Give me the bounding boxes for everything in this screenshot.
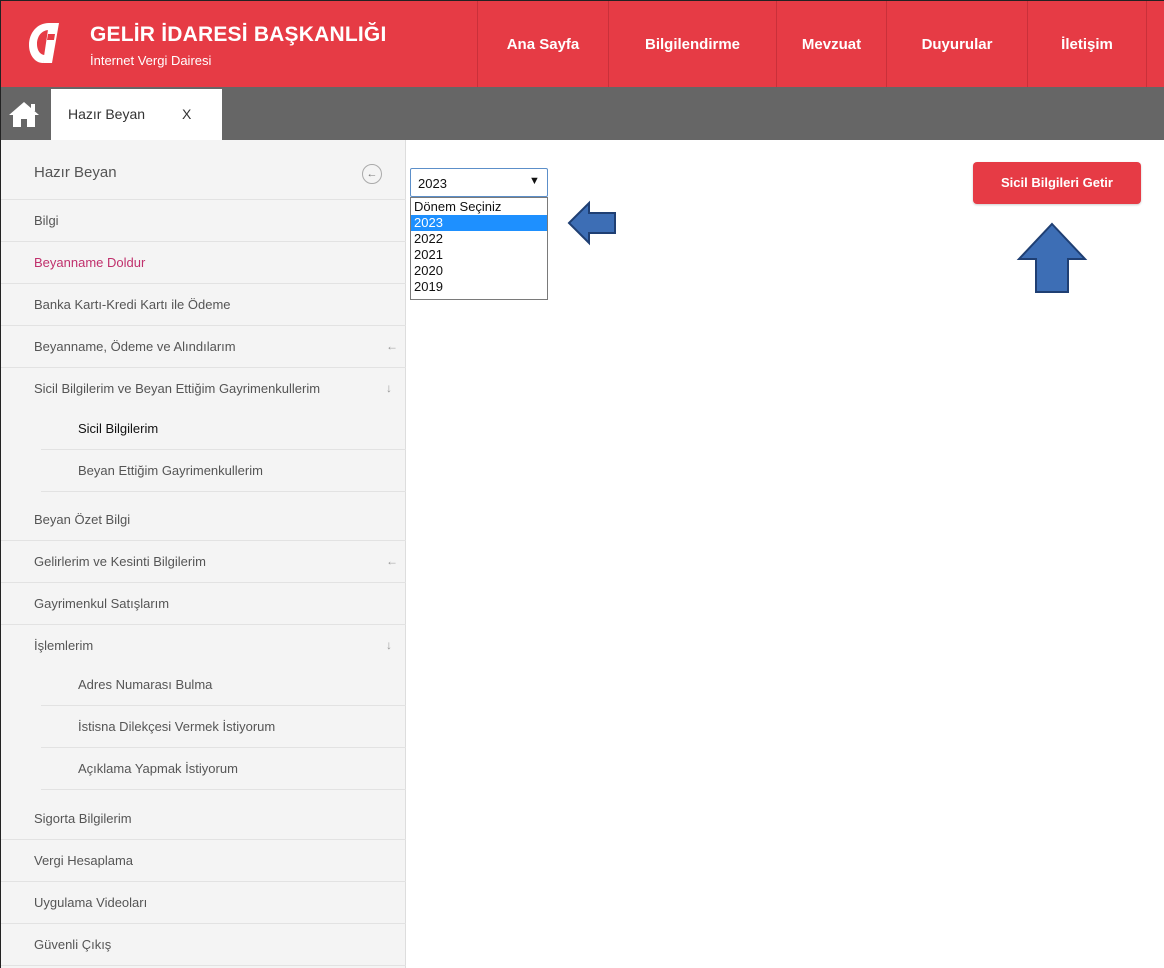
period-select-value: 2023	[418, 176, 447, 191]
sidebar-item-beyan-ozet[interactable]: Beyan Özet Bilgi	[1, 499, 406, 541]
sidebar-item-label: Bilgi	[34, 213, 59, 228]
annotation-arrow-up-icon	[1016, 222, 1088, 293]
period-option[interactable]: Dönem Seçiniz	[411, 199, 547, 215]
sidebar-item-label: Beyanname, Ödeme ve Alındılarım	[34, 339, 236, 354]
top-header: GELİR İDARESİ BAŞKANLIĞI İnternet Vergi …	[0, 0, 1164, 88]
sidebar-item-label: Sicil Bilgilerim ve Beyan Ettiğim Gayrim…	[34, 381, 321, 396]
nav-duyurular[interactable]: Duyurular	[886, 1, 1027, 88]
sidebar-item-label: Beyan Özet Bilgi	[34, 512, 131, 527]
home-icon[interactable]	[7, 99, 41, 129]
annotation-arrow-left-icon	[567, 200, 616, 246]
period-option[interactable]: 2021	[411, 247, 547, 263]
brand-title: GELİR İDARESİ BAŞKANLIĞI	[90, 23, 387, 46]
nav-iletisim[interactable]: İletişim	[1027, 1, 1146, 88]
period-option[interactable]: 2019	[411, 279, 547, 295]
sidebar-subitem-sicil-bilgilerim[interactable]: Sicil Bilgilerim	[41, 408, 406, 450]
sidebar-item-gayrimenkul-satis[interactable]: Gayrimenkul Satışlarım	[1, 583, 406, 625]
period-option-selected[interactable]: 2023	[411, 215, 547, 231]
period-dropdown-list: Dönem Seçiniz 2023 2022 2021 2020 2019	[410, 197, 548, 300]
caret-down-icon: ▼	[529, 175, 540, 187]
sidebar-item-islemlerim[interactable]: İşlemlerim ↓	[1, 625, 406, 667]
sidebar-item-label: Adres Numarası Bulma	[78, 677, 213, 692]
sidebar-item-gelirlerim[interactable]: Gelirlerim ve Kesinti Bilgilerim ←	[1, 541, 406, 583]
sidebar-item-label: Gayrimenkul Satışlarım	[34, 596, 170, 611]
sidebar-item-bilgi[interactable]: Bilgi	[1, 200, 406, 242]
sidebar-item-label: Uygulama Videoları	[34, 895, 148, 910]
sidebar-item-label: Açıklama Yapmak İstiyorum	[78, 761, 238, 776]
tab-label: Hazır Beyan	[68, 106, 146, 122]
sidebar: Hazır Beyan ← Bilgi Beyanname Doldur Ban…	[0, 140, 406, 968]
brand-subtitle: İnternet Vergi Dairesi	[90, 53, 212, 68]
sidebar-item-label: Sigorta Bilgilerim	[34, 811, 132, 826]
period-option[interactable]: 2020	[411, 263, 547, 279]
sidebar-title: Hazır Beyan	[34, 164, 117, 181]
sidebar-subitem-adres-numarasi[interactable]: Adres Numarası Bulma	[41, 664, 406, 706]
nav-mevzuat[interactable]: Mevzuat	[776, 1, 886, 88]
nav-ana-sayfa[interactable]: Ana Sayfa	[477, 1, 608, 88]
arrow-down-icon: ↓	[386, 638, 392, 652]
sidebar-item-vergi-hesaplama[interactable]: Vergi Hesaplama	[1, 840, 406, 882]
gib-logo-icon[interactable]	[19, 19, 67, 67]
sidebar-item-label: Güvenli Çıkış	[34, 937, 112, 952]
sidebar-item-beyanname-doldur[interactable]: Beyanname Doldur	[1, 242, 406, 284]
arrow-left-icon: ←	[386, 339, 398, 353]
sidebar-subitem-beyan-gayrimenkul[interactable]: Beyan Ettiğim Gayrimenkullerim	[41, 450, 406, 492]
arrow-down-icon: ↓	[386, 381, 392, 395]
period-option[interactable]: 2022	[411, 231, 547, 247]
sidebar-item-guvenli-cikis[interactable]: Güvenli Çıkış	[1, 924, 406, 966]
nav-bilgilendirme[interactable]: Bilgilendirme	[608, 1, 776, 88]
sidebar-item-label: İşlemlerim	[34, 638, 94, 653]
sidebar-item-videolar[interactable]: Uygulama Videoları	[1, 882, 406, 924]
sidebar-item-label: Beyanname Doldur	[34, 255, 146, 270]
sidebar-item-label: Banka Kartı-Kredi Kartı ile Ödeme	[34, 297, 231, 312]
nav-divider	[1146, 1, 1147, 88]
sidebar-item-label: Gelirlerim ve Kesinti Bilgilerim	[34, 554, 206, 569]
sidebar-item-sigorta[interactable]: Sigorta Bilgilerim	[1, 798, 406, 840]
sidebar-item-label: Sicil Bilgilerim	[78, 421, 159, 436]
tab-hazir-beyan[interactable]: Hazır Beyan X	[51, 89, 222, 140]
collapse-icon[interactable]: ←	[362, 164, 382, 184]
arrow-left-icon: ←	[386, 554, 398, 568]
sidebar-subitem-aciklama[interactable]: Açıklama Yapmak İstiyorum	[41, 748, 406, 790]
sidebar-item-kart-odeme[interactable]: Banka Kartı-Kredi Kartı ile Ödeme	[1, 284, 406, 326]
sidebar-subitem-istisna-dilekcesi[interactable]: İstisna Dilekçesi Vermek İstiyorum	[41, 706, 406, 748]
tab-bar: Hazır Beyan X	[0, 87, 1164, 140]
get-registry-button[interactable]: Sicil Bilgileri Getir	[973, 162, 1141, 204]
sidebar-item-label: Beyan Ettiğim Gayrimenkullerim	[78, 463, 263, 478]
period-select[interactable]: 2023 ▼	[410, 168, 548, 197]
sidebar-header: Hazır Beyan ←	[1, 140, 406, 200]
sidebar-item-sicil-gayrimenkul[interactable]: Sicil Bilgilerim ve Beyan Ettiğim Gayrim…	[1, 368, 406, 410]
sidebar-item-label: İstisna Dilekçesi Vermek İstiyorum	[78, 719, 276, 734]
sidebar-item-label: Vergi Hesaplama	[34, 853, 133, 868]
sidebar-item-beyanname-odeme[interactable]: Beyanname, Ödeme ve Alındılarım ←	[1, 326, 406, 368]
tab-close-button[interactable]: X	[182, 106, 191, 122]
